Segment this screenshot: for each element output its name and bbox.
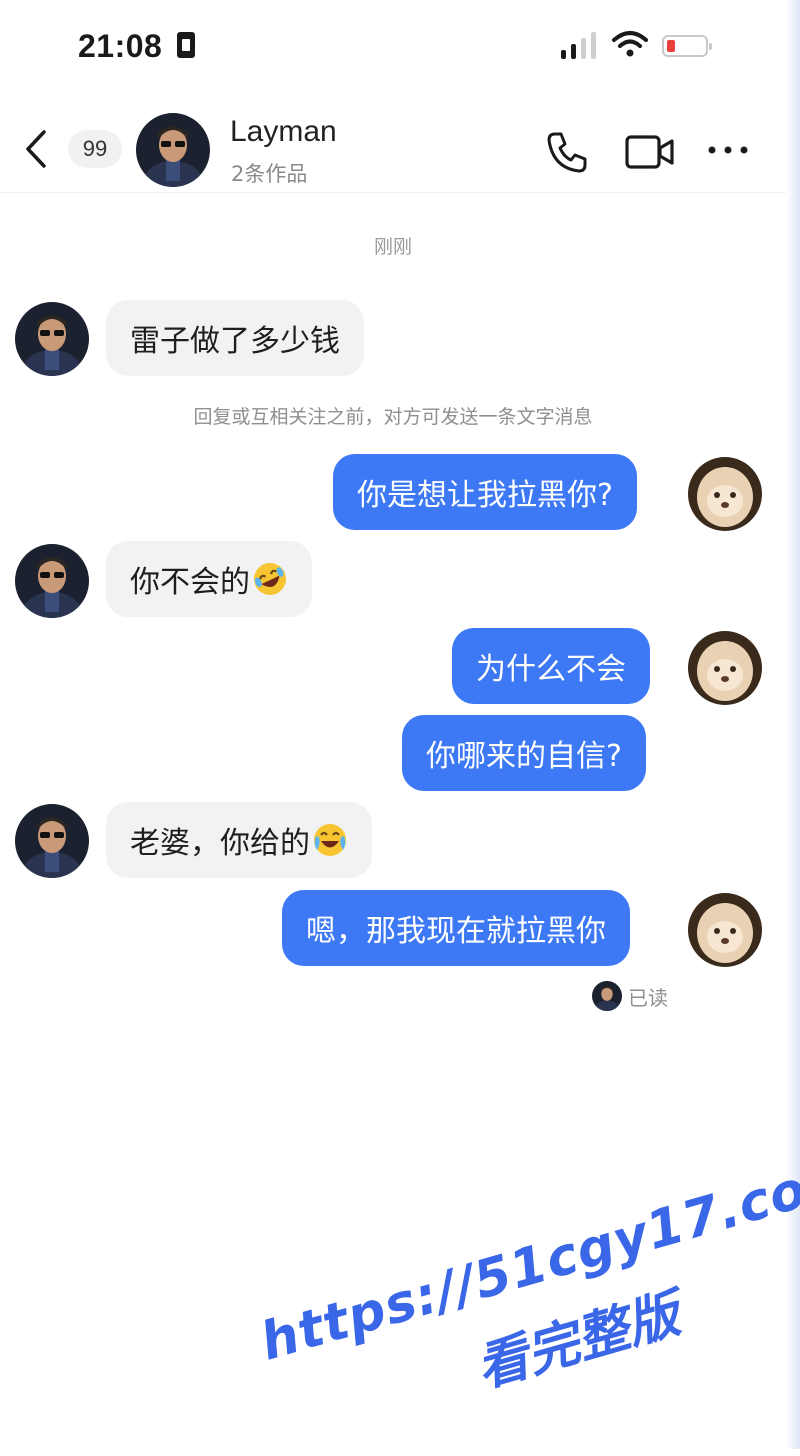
unread-count-badge[interactable]: 99 xyxy=(68,130,122,168)
contact-avatar[interactable] xyxy=(136,113,210,187)
my-avatar[interactable] xyxy=(688,631,762,705)
contact-works-count[interactable]: 2条作品 xyxy=(231,158,307,188)
contact-avatar-small[interactable] xyxy=(15,302,89,376)
read-receipt: 已读 xyxy=(592,980,668,1012)
status-bar: 21:08 xyxy=(0,0,800,92)
status-time: 21:08 xyxy=(78,28,163,64)
chat-header: 99 Layman 2条作品 xyxy=(0,100,786,193)
message-timestamp: 刚刚 xyxy=(373,236,412,258)
message-text: 你是想让我拉黑你? xyxy=(357,478,613,513)
battery-icon xyxy=(662,35,712,57)
orientation-lock-icon xyxy=(177,32,195,58)
reply-restriction-notice: 回复或互相关注之前，对方可发送一条文字消息 xyxy=(193,406,593,428)
screen-edge xyxy=(786,0,800,1449)
contact-name[interactable]: Layman xyxy=(230,115,337,149)
message-text: 雷子做了多少钱 xyxy=(130,324,340,359)
incoming-message-bubble[interactable]: 雷子做了多少钱 xyxy=(106,300,364,376)
phone-call-icon[interactable] xyxy=(545,130,589,174)
message-text: 老婆，你给的 xyxy=(130,826,310,861)
outgoing-message-bubble[interactable]: 嗯，那我现在就拉黑你 xyxy=(282,890,630,966)
crying-laughing-emoji-icon xyxy=(314,824,346,856)
incoming-message-bubble[interactable]: 老婆，你给的 xyxy=(106,802,372,878)
contact-avatar-small[interactable] xyxy=(15,544,89,618)
outgoing-message-bubble[interactable]: 为什么不会 xyxy=(452,628,650,704)
outgoing-message-bubble[interactable]: 你是想让我拉黑你? xyxy=(333,454,637,530)
my-avatar[interactable] xyxy=(688,893,762,967)
contact-avatar-small[interactable] xyxy=(15,804,89,878)
more-options-icon[interactable] xyxy=(706,140,750,160)
wifi-icon xyxy=(612,31,648,57)
back-chevron-icon[interactable] xyxy=(22,128,52,170)
message-text: 你哪来的自信? xyxy=(426,739,622,774)
message-text: 嗯，那我现在就拉黑你 xyxy=(306,914,606,949)
message-text: 为什么不会 xyxy=(476,652,626,687)
message-text: 你不会的 xyxy=(130,565,250,600)
rofl-emoji-icon xyxy=(254,563,286,595)
watermark: https://51cgy17.com 看完整版 xyxy=(235,1104,800,1440)
cellular-signal-icon xyxy=(561,32,596,59)
incoming-message-bubble[interactable]: 你不会的 xyxy=(106,541,312,617)
my-avatar[interactable] xyxy=(688,457,762,531)
read-status-label: 已读 xyxy=(628,985,668,1010)
video-call-icon[interactable] xyxy=(624,133,676,171)
outgoing-message-bubble[interactable]: 你哪来的自信? xyxy=(402,715,646,791)
reader-avatar xyxy=(592,981,622,1011)
